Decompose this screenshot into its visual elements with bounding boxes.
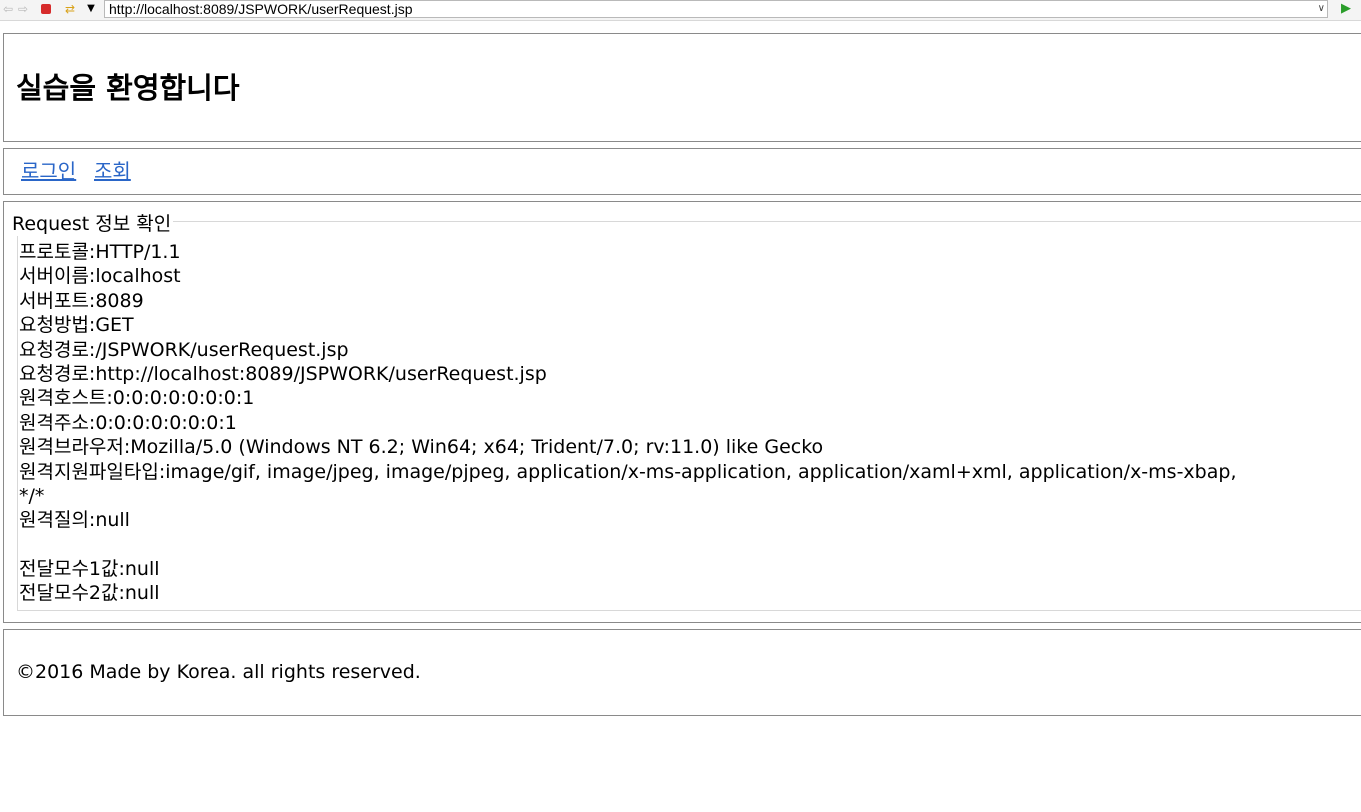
back-arrow-icon[interactable]: ⇦ bbox=[0, 1, 16, 17]
forward-arrow-icon[interactable]: ⇨ bbox=[15, 1, 31, 17]
info-line-remote-host: 원격호스트:0:0:0:0:0:0:0:1 bbox=[19, 387, 255, 410]
info-line-request-url: 요청경로:http://localhost:8089/JSPWORK/userR… bbox=[19, 362, 547, 385]
page-title: 실습을 환영합니다 bbox=[16, 71, 240, 105]
info-line-query: 원격질의:null bbox=[19, 509, 130, 532]
info-line-server-port: 서버포트:8089 bbox=[19, 289, 144, 312]
info-line-remote-addr: 원격주소:0:0:0:0:0:0:0:1 bbox=[19, 411, 237, 434]
info-line-request-uri: 요청경로:/JSPWORK/userRequest.jsp bbox=[19, 338, 349, 361]
address-bar-url[interactable]: http://localhost:8089/JSPWORK/userReques… bbox=[109, 1, 412, 17]
browser-toolbar: ⇦ ⇨ ⇄ ▼ http://localhost:8089/JSPWORK/us… bbox=[0, 0, 1361, 21]
address-history-chevron-icon[interactable]: ∨ bbox=[1318, 1, 1325, 17]
info-line-user-agent: 원격브라우저:Mozilla/5.0 (Windows NT 6.2; Win6… bbox=[19, 436, 824, 459]
footer-copyright: ©2016 Made by Korea. all rights reserved… bbox=[16, 661, 421, 683]
dropdown-icon[interactable]: ▼ bbox=[83, 1, 99, 17]
view-link[interactable]: 조회 bbox=[94, 158, 131, 184]
login-link[interactable]: 로그인 bbox=[21, 158, 76, 184]
request-info-list: 프로토콜:HTTP/1.1 서버이름:localhost 서버포트:8089 요… bbox=[19, 240, 1349, 606]
refresh-icon[interactable]: ⇄ bbox=[62, 1, 78, 17]
nav-section: 로그인 조회 bbox=[3, 148, 1361, 195]
info-line-server-name: 서버이름:localhost bbox=[19, 265, 181, 288]
go-icon[interactable]: ▶ bbox=[1338, 0, 1354, 18]
info-line-accept: 원격지원파일타입:image/gif, image/jpeg, image/pj… bbox=[19, 460, 1237, 483]
info-line-param1: 전달모수1값:null bbox=[19, 558, 160, 581]
info-line-blank bbox=[19, 533, 1349, 557]
address-bar[interactable]: http://localhost:8089/JSPWORK/userReques… bbox=[104, 0, 1328, 18]
header-section: 실습을 환영합니다 bbox=[3, 33, 1361, 142]
info-line-method: 요청방법:GET bbox=[19, 314, 134, 337]
stop-icon[interactable] bbox=[38, 1, 54, 17]
footer-section: ©2016 Made by Korea. all rights reserved… bbox=[3, 629, 1361, 716]
request-info-legend: Request 정보 확인 bbox=[10, 212, 174, 236]
info-line-param2: 전달모수2값:null bbox=[19, 582, 160, 605]
info-line-accept-cont: */* bbox=[19, 484, 45, 507]
info-line-protocol: 프로토콜:HTTP/1.1 bbox=[19, 241, 181, 263]
